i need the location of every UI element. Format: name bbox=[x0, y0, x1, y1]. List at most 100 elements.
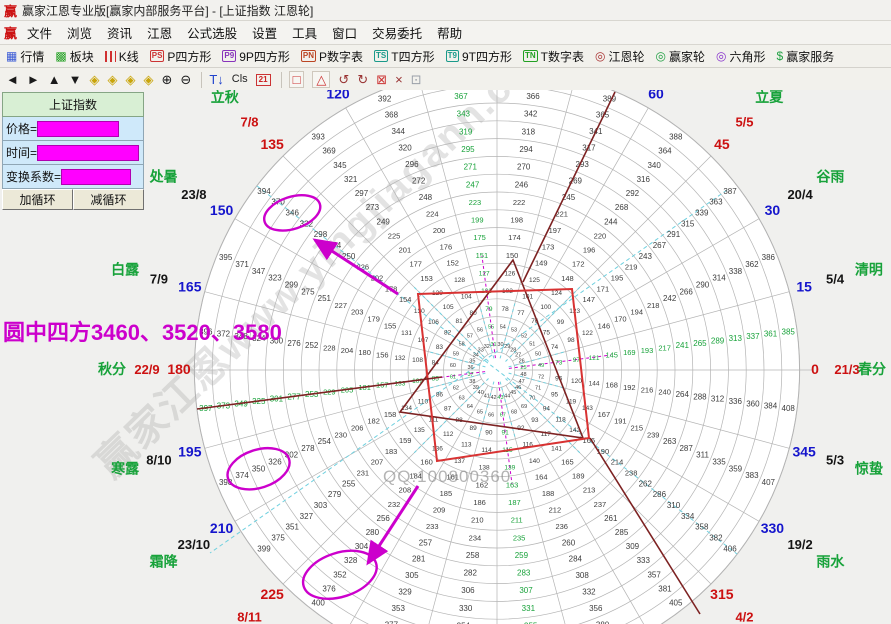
calendar-icon[interactable]: 21 bbox=[256, 74, 271, 86]
page-left-icon[interactable]: ◄ bbox=[6, 73, 19, 86]
menu-item-9[interactable]: 帮助 bbox=[437, 23, 462, 42]
winner-wheel-button[interactable]: ◎赢家轮 bbox=[656, 48, 706, 65]
wheel-number-382: 382 bbox=[709, 534, 723, 543]
diamond-up-icon[interactable]: ◈ bbox=[126, 73, 136, 86]
wheel-number-182: 182 bbox=[367, 417, 380, 426]
wheel-number-298: 298 bbox=[314, 230, 328, 239]
degree-label-120: 120 bbox=[326, 90, 350, 102]
wheel-number-75: 75 bbox=[543, 330, 551, 337]
9t-square-button[interactable]: T99T四方形 bbox=[446, 48, 512, 65]
wheel-number-252: 252 bbox=[305, 341, 319, 350]
wheel-number-54: 54 bbox=[500, 324, 506, 330]
wheel-number-149: 149 bbox=[535, 259, 548, 268]
wheel-number-357: 357 bbox=[647, 570, 661, 579]
wheel-number-69: 69 bbox=[521, 404, 527, 410]
menu-item-6[interactable]: 工具 bbox=[292, 23, 317, 42]
wheel-number-41: 41 bbox=[484, 393, 490, 399]
menu-item-0[interactable]: 文件 bbox=[27, 23, 52, 42]
add-cycle-button[interactable]: 加循环 bbox=[2, 189, 73, 210]
wheel-number-244: 244 bbox=[604, 217, 618, 226]
diamond-left-icon[interactable]: ◈ bbox=[90, 73, 100, 86]
t-square-button[interactable]: TST四方形 bbox=[374, 48, 435, 65]
time-input[interactable] bbox=[37, 145, 139, 161]
square-tool-icon[interactable]: □ bbox=[289, 71, 305, 88]
cls-button[interactable]: Cls bbox=[232, 74, 248, 85]
coef-input[interactable] bbox=[61, 169, 131, 185]
wheel-number-230: 230 bbox=[335, 430, 348, 439]
wheel-number-195: 195 bbox=[611, 273, 624, 282]
menu-item-5[interactable]: 设置 bbox=[252, 23, 277, 42]
wheel-number-296: 296 bbox=[405, 160, 419, 169]
p-square-button[interactable]: PSP四方形 bbox=[150, 48, 212, 65]
wheel-number-388: 388 bbox=[669, 133, 683, 142]
menu-item-1[interactable]: 浏览 bbox=[67, 23, 92, 42]
wheel-number-188: 188 bbox=[542, 489, 555, 498]
menu-item-3[interactable]: 江恩 bbox=[147, 23, 172, 42]
wheel-number-187: 187 bbox=[508, 498, 521, 507]
degree-label-345: 345 bbox=[792, 443, 816, 459]
quotes-button[interactable]: ▦行情 bbox=[6, 48, 44, 65]
diamond-right-icon[interactable]: ◈ bbox=[108, 73, 118, 86]
wheel-number-319: 319 bbox=[459, 127, 473, 136]
p-table-button[interactable]: PNP数字表 bbox=[301, 48, 363, 65]
rotate-ccw-icon[interactable]: ↺ bbox=[338, 73, 349, 86]
wheel-number-150: 150 bbox=[506, 251, 519, 260]
wheel-number-346: 346 bbox=[286, 208, 300, 217]
time-axis-icon[interactable]: T↓ bbox=[209, 73, 223, 86]
price-input[interactable] bbox=[37, 121, 119, 137]
wheel-number-175: 175 bbox=[473, 233, 486, 242]
date-label-150: 23/8 bbox=[181, 187, 206, 202]
wheel-number-386: 386 bbox=[762, 253, 776, 262]
wheel-number-203: 203 bbox=[351, 308, 364, 317]
solar-term-label-165: 白露 bbox=[111, 261, 140, 277]
wheel-number-393: 393 bbox=[312, 133, 326, 142]
zoom-out-icon[interactable]: ⊖ bbox=[180, 73, 191, 86]
wheel-number-168: 168 bbox=[605, 381, 618, 390]
screen-icon[interactable]: ⊡ bbox=[411, 73, 422, 86]
square-in-circle-annotation: 圆中四方3460、3520、3580 bbox=[3, 320, 282, 345]
winner-service-button[interactable]: $赢家服务 bbox=[777, 48, 835, 65]
rotate-cw-icon[interactable]: ↻ bbox=[357, 73, 368, 86]
wheel-number-73: 73 bbox=[555, 359, 563, 366]
wheel-number-312: 312 bbox=[711, 395, 725, 404]
collapse-icon[interactable]: × bbox=[395, 73, 403, 86]
wheel-number-257: 257 bbox=[419, 538, 433, 547]
page-right-icon[interactable]: ► bbox=[27, 73, 40, 86]
wheel-number-220: 220 bbox=[594, 231, 607, 240]
sectors-button[interactable]: ▩板块 bbox=[55, 48, 93, 65]
gann-wheel-button[interactable]: ◎江恩轮 bbox=[595, 48, 645, 65]
diamond-down-icon[interactable]: ◈ bbox=[144, 73, 154, 86]
menu-item-2[interactable]: 资讯 bbox=[107, 23, 132, 42]
9p-square-button[interactable]: P99P四方形 bbox=[222, 48, 289, 65]
marker-up-icon[interactable]: ▲ bbox=[48, 73, 61, 86]
chart-area[interactable]: 赢家江恩www.yingjiagann.com25262728293031323… bbox=[0, 90, 891, 624]
marker-down-icon[interactable]: ▼ bbox=[69, 73, 82, 86]
wheel-number-87: 87 bbox=[444, 406, 452, 413]
gann-wheel-button-icon: ◎ bbox=[595, 50, 605, 62]
menu-item-8[interactable]: 交易委托 bbox=[372, 23, 422, 42]
boxed-x-icon[interactable]: ⊠ bbox=[376, 73, 387, 86]
zoom-in-icon[interactable]: ⊕ bbox=[162, 73, 173, 86]
wheel-number-158: 158 bbox=[384, 410, 397, 419]
solar-term-label-0: 春分 bbox=[857, 361, 886, 377]
wheel-number-360: 360 bbox=[746, 399, 760, 408]
menu-item-4[interactable]: 公式选股 bbox=[187, 23, 237, 42]
wheel-number-297: 297 bbox=[355, 189, 369, 198]
wheel-number-173: 173 bbox=[542, 242, 555, 251]
wheel-number-177: 177 bbox=[409, 260, 422, 269]
sub-cycle-button[interactable]: 减循环 bbox=[73, 189, 144, 210]
kline-button[interactable]: K线 bbox=[105, 48, 139, 65]
winner-service-button-label: 赢家服务 bbox=[786, 48, 834, 65]
t-square-button-icon: TS bbox=[374, 50, 388, 62]
menu-item-7[interactable]: 窗口 bbox=[332, 23, 357, 42]
t-table-button[interactable]: TNT数字表 bbox=[523, 48, 584, 65]
degree-label-165: 165 bbox=[178, 279, 202, 295]
wheel-number-290: 290 bbox=[696, 280, 710, 289]
hexagon-button[interactable]: ◎六角形 bbox=[716, 48, 766, 65]
wheel-number-72: 72 bbox=[538, 374, 544, 380]
wheel-number-171: 171 bbox=[597, 284, 610, 293]
triangle-tool-icon[interactable]: △ bbox=[312, 71, 330, 88]
wheel-number-331: 331 bbox=[522, 604, 536, 613]
wheel-number-79: 79 bbox=[485, 306, 493, 313]
quotes-button-icon: ▦ bbox=[6, 50, 17, 62]
